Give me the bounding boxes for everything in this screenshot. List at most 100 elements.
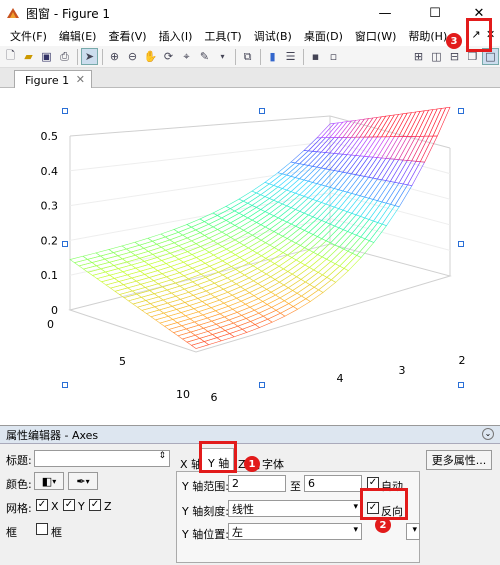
toolbar-separator [235,48,236,65]
figure-canvas[interactable]: 0 0.1 0.2 0.3 0.4 0.5 0 5 10 6 4 3 2 [0,88,500,425]
box-label: 框 [6,526,17,539]
legend-icon[interactable]: ☰ [282,48,299,65]
selection-handle[interactable] [458,241,464,247]
grid-x-label: X [51,500,59,513]
selection-handle[interactable] [259,108,265,114]
minimize-button[interactable]: — [362,0,408,26]
print-icon[interactable]: ⎙ [56,48,73,65]
zoom-out-icon[interactable]: ⊖ [124,48,141,65]
axes-edge [69,115,331,137]
menu-debug[interactable]: 调试(B) [248,28,298,44]
y-min-input[interactable]: 2 [228,475,286,492]
edit-plot-icon[interactable]: ➤ [81,48,98,65]
color-label: 颜色: [6,478,32,491]
dropdown-icon[interactable]: ▾ [214,48,231,65]
paint-bucket-icon: ◧ [41,474,53,488]
selection-handle[interactable] [259,382,265,388]
toolbar-separator [102,48,103,65]
split-horizontal-icon[interactable]: ⊟ [446,48,463,65]
rotate-3d-icon[interactable]: ⟳ [160,48,177,65]
z-tick-label: 0.4 [41,165,59,178]
menu-tools[interactable]: 工具(T) [198,28,247,44]
matlab-icon [6,6,20,20]
z-tick-label: 0.2 [41,234,59,247]
y-scale-select[interactable]: 线性 ▾ [228,500,362,517]
face-color-button[interactable]: ◧ ▾ [34,472,64,490]
grid-y-checkbox[interactable]: ✓ [63,499,75,511]
highlight-dock-button [466,18,492,52]
step-badge-3: 3 [446,33,462,49]
menu-file[interactable]: 文件(F) [4,28,53,44]
show-tools-icon[interactable]: ▫ [325,48,342,65]
menu-insert[interactable]: 插入(I) [153,28,199,44]
y-location-select[interactable]: 左 ▾ [228,523,362,540]
toolbar-separator [303,48,304,65]
zoom-in-icon[interactable]: ⊕ [106,48,123,65]
grid-z-label: Z [104,500,112,513]
axes-3d[interactable]: 0 0.1 0.2 0.3 0.4 0.5 0 5 10 6 4 3 2 [0,88,500,425]
toolbar-separator [260,48,261,65]
selection-handle[interactable] [458,382,464,388]
highlight-y-axis-tab [199,441,237,473]
tab-label: Figure 1 [25,73,70,87]
y-tick-label: 10 [176,388,190,401]
y-range-label: Y 轴范围: [182,480,229,493]
new-figure-icon[interactable]: 🗋 [2,48,19,65]
line-color-button[interactable]: ✒ ▾ [68,472,98,490]
hide-tools-icon[interactable]: ▪ [307,48,324,65]
menu-edit[interactable]: 编辑(E) [53,28,103,44]
save-icon[interactable]: ▣ [38,48,55,65]
title-input[interactable]: ⇕ [34,450,170,467]
menu-view[interactable]: 查看(V) [102,28,152,44]
title-label: 标题: [6,454,32,467]
toolbar: 🗋 ▰ ▣ ⎙ ➤ ⊕ ⊖ ✋ ⟳ ⌖ ✎ ▾ ⧉ ▮ ☰ ▪ ▫ ⊞ ◫ ⊟ … [0,46,500,68]
link-plot-icon[interactable]: ⧉ [239,48,256,65]
x-tick-label: 2 [459,354,466,367]
menu-desktop[interactable]: 桌面(D) [298,28,349,44]
tab-font[interactable]: 字体 [262,456,284,472]
z-tick-label: 0 [51,304,58,317]
property-editor-title: 属性编辑器 - Axes ⌄ [0,426,500,444]
title-bar: 图窗 - Figure 1 — ☐ ✕ [0,0,500,26]
brush-icon[interactable]: ✎ [196,48,213,65]
y-scale-label: Y 轴刻度: [182,505,229,518]
chevron-down-icon: ▾ [353,502,358,512]
menu-window[interactable]: 窗口(W) [349,28,402,44]
highlight-reverse-checkbox [360,488,408,520]
property-editor: 属性编辑器 - Axes ⌄ 标题: ⇕ 颜色: ◧ ▾ ✒ ▾ 网格: ✓ X ✓… [0,425,500,565]
grid-z-checkbox[interactable]: ✓ [89,499,101,511]
scroll-down-button[interactable]: ▾ [406,523,420,540]
tab-figure-1[interactable]: Figure 1 ✕ [14,70,92,89]
tile-icon[interactable]: ⊞ [410,48,427,65]
spinner-icon[interactable]: ⇕ [158,451,166,461]
box-checkbox[interactable] [36,523,48,535]
selection-handle[interactable] [62,241,68,247]
x-tick-label: 4 [337,372,344,385]
to-label: 至 [290,480,301,493]
z-tick-label: 0.5 [41,130,59,143]
y-location-label: Y 轴位置: [182,528,229,541]
split-vertical-icon[interactable]: ◫ [428,48,445,65]
x-tick-label: 6 [211,391,218,404]
maximize-button[interactable]: ☐ [412,0,458,26]
pen-icon: ✒ [76,474,86,488]
y-tick-label: 0 [47,318,54,331]
y-tick-label: 5 [119,355,126,368]
selection-handle[interactable] [458,108,464,114]
step-badge-1: 1 [244,456,260,472]
colorbar-icon[interactable]: ▮ [264,48,281,65]
menu-bar: 文件(F) 编辑(E) 查看(V) 插入(I) 工具(T) 调试(B) 桌面(D… [0,26,500,46]
open-file-icon[interactable]: ▰ [20,48,37,65]
more-properties-button[interactable]: 更多属性... [426,450,492,470]
toolbar-separator [77,48,78,65]
grid-x-checkbox[interactable]: ✓ [36,499,48,511]
selection-handle[interactable] [62,108,68,114]
step-badge-2: 2 [375,517,391,533]
tab-close-icon[interactable]: ✕ [76,73,85,86]
pan-icon[interactable]: ✋ [142,48,159,65]
box-check-label: 框 [51,526,62,539]
selection-handle[interactable] [62,382,68,388]
collapse-icon[interactable]: ⌄ [482,428,494,440]
y-max-input[interactable]: 6 [304,475,362,492]
data-cursor-icon[interactable]: ⌖ [178,48,195,65]
